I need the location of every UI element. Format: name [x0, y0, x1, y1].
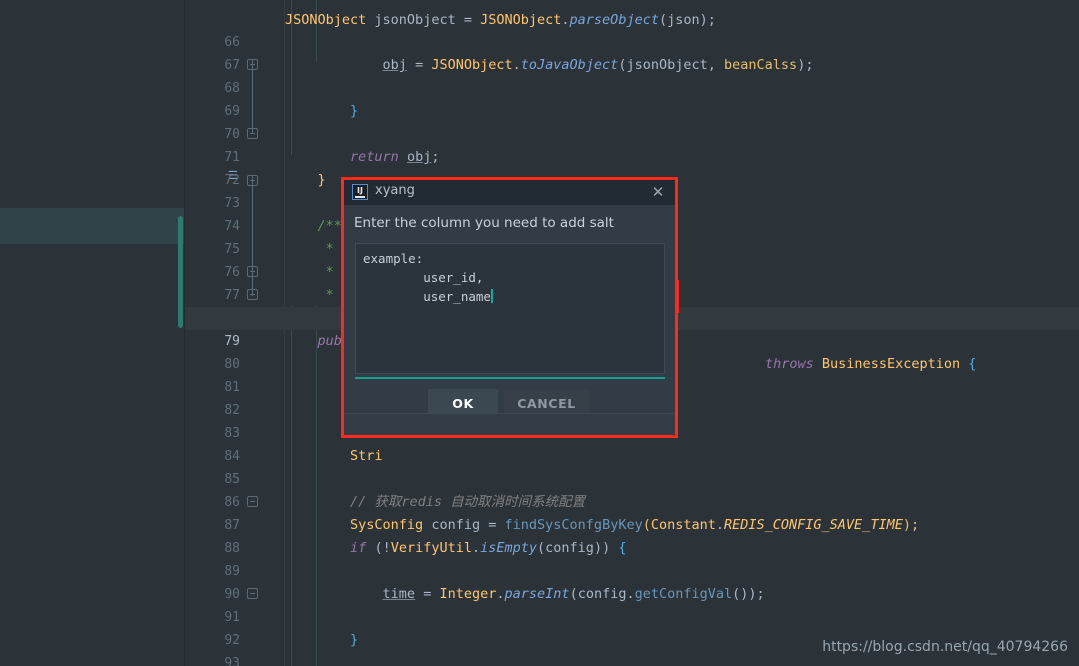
code-line[interactable]: 68 }: [185, 54, 1079, 119]
code-line[interactable]: 86 SysConfig config = findSysConfgByKey(…: [185, 468, 1079, 533]
code-line[interactable]: 67: [185, 31, 1079, 73]
ij-icon-label: IJ: [357, 186, 363, 195]
column-input-textarea[interactable]: example: user_id, user_name: [355, 243, 665, 374]
code-line[interactable]: 91 }: [185, 583, 1079, 648]
code-line[interactable]: 72: [185, 146, 1079, 188]
textarea-line-with-caret: user_name: [363, 289, 493, 304]
left-tool-panel[interactable]: [0, 0, 185, 666]
ide-window: ☰ JSONObject jsonObject = JSONObject.par…: [0, 0, 1079, 666]
textarea-line-text: user_name: [363, 289, 491, 304]
code-line[interactable]: 87 if (!VerifyUtil.isEmpty(config)) {: [185, 491, 1079, 556]
code-line[interactable]: 90: [185, 560, 1079, 602]
input-dialog[interactable]: IJ xyang ✕ Enter the column you need to …: [344, 180, 675, 435]
watermark-url: https://blog.csdn.net/qq_40794266: [822, 639, 1068, 655]
code-line[interactable]: 70 return obj;: [185, 100, 1079, 165]
textarea-focus-underline: [355, 377, 665, 379]
code-line[interactable]: 92: [185, 606, 1079, 648]
dialog-title: xyang: [375, 183, 415, 198]
dialog-footer: [344, 413, 675, 435]
textarea-line: user_id,: [363, 270, 484, 285]
intellij-idea-icon: IJ: [352, 184, 368, 200]
code-line[interactable]: 71 }: [185, 123, 1079, 188]
code-line[interactable]: 89 time = Integer.parseInt(config.getCon…: [185, 537, 1079, 602]
code-line[interactable]: 88: [185, 514, 1079, 556]
dialog-body: Enter the column you need to add salt ex…: [344, 205, 675, 435]
code-line[interactable]: 85 // 获取redis 自动取消时间系统配置: [185, 445, 1079, 510]
dialog-prompt-label: Enter the column you need to add salt: [354, 215, 614, 231]
left-panel-scrollbar[interactable]: [178, 216, 183, 328]
text-caret: [490, 289, 493, 303]
close-icon[interactable]: ✕: [647, 182, 669, 203]
textarea-line: example:: [363, 251, 424, 266]
dialog-titlebar[interactable]: IJ xyang ✕: [344, 180, 675, 205]
code-line[interactable]: 66 obj = JSONObject.toJavaObject(jsonObj…: [185, 8, 1079, 73]
ij-icon-bar: [355, 196, 365, 198]
code-line[interactable]: 69: [185, 77, 1079, 119]
left-panel-selected-row[interactable]: [0, 208, 185, 244]
